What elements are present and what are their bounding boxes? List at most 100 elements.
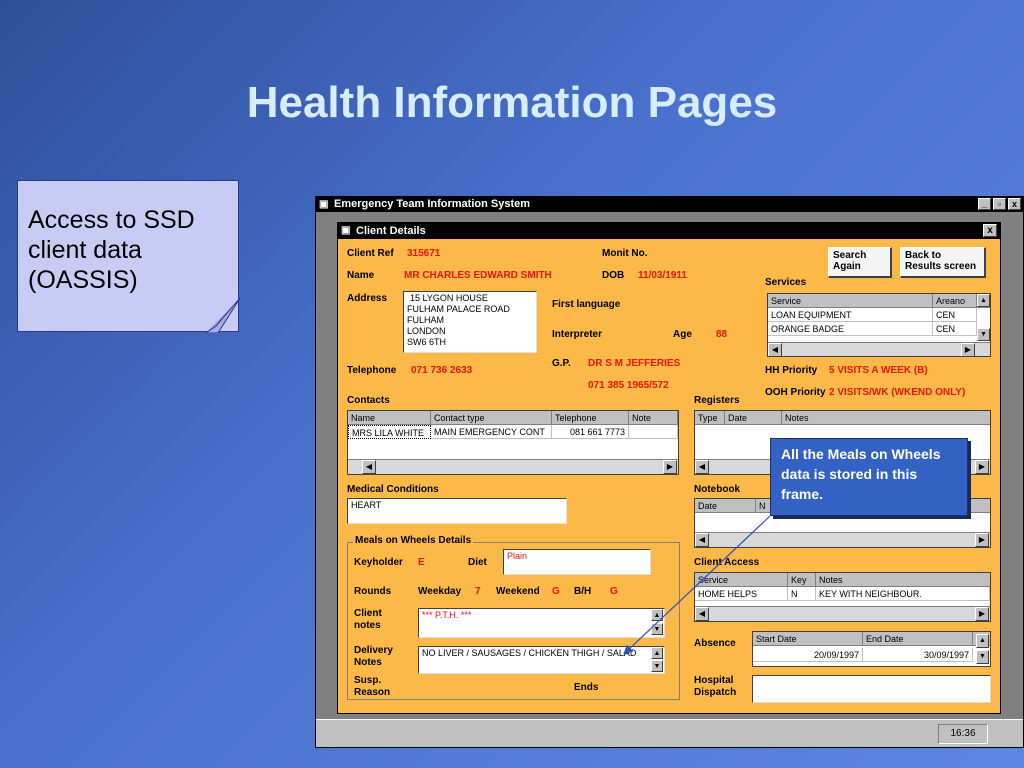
contacts-label: Contacts xyxy=(347,395,390,406)
scroll-right-arrow-icon[interactable]: ▶ xyxy=(975,460,989,474)
address-field[interactable]: 15 LYGON HOUSE FULHAM PALACE ROAD FULHAM… xyxy=(403,291,537,353)
search-again-button[interactable]: Search Again xyxy=(828,247,892,278)
access-col-service: Service xyxy=(695,573,788,587)
keyholder-label: Keyholder xyxy=(354,557,403,568)
medical-conditions-field[interactable]: HEART xyxy=(347,498,567,524)
bh-label: B/H xyxy=(574,586,592,597)
dob-value: 11/03/1911 xyxy=(638,270,687,281)
scroll-left-arrow-icon[interactable]: ◀ xyxy=(695,607,709,621)
registers-col-date: Date xyxy=(725,411,782,425)
app-title: Emergency Team Information System xyxy=(334,198,531,210)
scroll-up-arrow-icon[interactable]: ▲ xyxy=(976,634,989,648)
hh-priority-label: HH Priority xyxy=(765,365,818,376)
hospital-dispatch-label: Hospital Dispatch xyxy=(694,675,737,698)
hospital-dispatch-field[interactable] xyxy=(752,675,991,703)
scroll-down-arrow-icon[interactable]: ▼ xyxy=(976,650,989,664)
scroll-left-arrow-icon[interactable]: ◀ xyxy=(695,460,709,474)
slide-title: Health Information Pages xyxy=(246,78,778,127)
client-access-header: Service Key Notes xyxy=(695,573,990,587)
contacts-cell-telephone[interactable]: 081 661 7773 xyxy=(552,425,629,439)
contacts-col-telephone: Telephone xyxy=(552,411,629,425)
weekend-value: G xyxy=(552,586,560,597)
contacts-col-name: Name xyxy=(348,411,431,425)
registers-label: Registers xyxy=(694,395,740,406)
gp-label: G.P. xyxy=(552,358,571,369)
client-access-label: Client Access xyxy=(694,557,760,568)
services-col-service: Service xyxy=(768,294,933,308)
name-value: MR CHARLES EDWARD SMITH xyxy=(404,270,552,281)
scroll-left-arrow-icon[interactable]: ◀ xyxy=(362,460,376,474)
gp-name-value: DR S M JEFFERIES xyxy=(588,358,681,369)
access-col-key: Key xyxy=(788,573,816,587)
ends-label: Ends xyxy=(574,682,599,693)
notebook-hscroll[interactable]: ◀ ▶ xyxy=(695,532,990,547)
services-header: Service Areano xyxy=(768,294,990,308)
scroll-down-arrow-icon[interactable]: ▼ xyxy=(651,623,663,635)
client-window-icon: ▣ xyxy=(341,225,351,236)
telephone-value: 071 736 2633 xyxy=(411,365,473,376)
absence-cell-end[interactable]: 30/09/1997 xyxy=(863,648,973,662)
minimize-button[interactable]: _ xyxy=(978,198,991,210)
diet-field[interactable]: Plain xyxy=(503,549,651,575)
restore-button[interactable]: ▫ xyxy=(993,198,1006,210)
access-cell-key[interactable]: N xyxy=(788,587,816,601)
services-grid: Service Areano LOAN EQUIPMENT CEN ORANGE… xyxy=(767,293,991,357)
client-access-hscroll[interactable]: ◀ ▶ xyxy=(695,606,990,621)
address-label: Address xyxy=(347,293,388,304)
note-fold-corner xyxy=(206,298,240,333)
app-titlebar: ▣ Emergency Team Information System _ ▫ … xyxy=(316,197,1023,212)
weekday-value: 7 xyxy=(475,586,481,597)
telephone-label: Telephone xyxy=(347,365,397,376)
first-language-label: First language xyxy=(552,299,621,310)
scroll-up-arrow-icon[interactable]: ▲ xyxy=(651,647,663,659)
absence-grid: Start Date End Date 20/09/1997 30/09/199… xyxy=(752,631,991,667)
delivery-notes-label: Delivery Notes xyxy=(354,645,393,668)
absence-col-end: End Date xyxy=(863,632,973,646)
client-details-titlebar: ▣ Client Details x xyxy=(338,223,1000,239)
scroll-up-arrow-icon[interactable]: ▲ xyxy=(651,609,663,621)
services-cell[interactable]: CEN xyxy=(933,322,977,336)
services-row[interactable]: LOAN EQUIPMENT xyxy=(768,308,933,322)
bh-value: G xyxy=(610,586,618,597)
delivery-notes-field[interactable]: NO LIVER / SAUSAGES / CHICKEN THIGH / SA… xyxy=(418,646,665,674)
contacts-cell-note[interactable] xyxy=(629,425,678,439)
services-label: Services xyxy=(765,277,807,288)
close-client-button[interactable]: x xyxy=(983,224,997,237)
registers-header: Type Date Notes xyxy=(695,411,990,425)
registers-col-notes: Notes xyxy=(785,413,809,423)
client-notes-field[interactable]: *** P.T.H. *** ▲ ▼ xyxy=(418,608,665,638)
access-cell-notes[interactable]: KEY WITH NEIGHBOUR. xyxy=(816,587,990,601)
ooh-priority-value: 2 VISITS/WK (WKEND ONLY) xyxy=(829,387,966,398)
scroll-right-arrow-icon[interactable]: ▶ xyxy=(975,533,989,547)
app-icon: ▣ xyxy=(319,199,329,210)
absence-header: Start Date End Date xyxy=(753,632,990,646)
contacts-cell-type[interactable]: MAIN EMERGENCY CONT xyxy=(431,425,552,439)
scroll-right-arrow-icon[interactable]: ▶ xyxy=(663,460,677,474)
services-cell[interactable]: CEN xyxy=(933,308,977,322)
medical-conditions-label: Medical Conditions xyxy=(347,484,439,495)
scroll-right-arrow-icon[interactable]: ▶ xyxy=(961,343,975,356)
contacts-hscroll[interactable]: ◀ ▶ xyxy=(348,459,678,474)
scroll-left-arrow-icon[interactable]: ◀ xyxy=(768,343,782,356)
weekday-label: Weekday xyxy=(418,586,462,597)
scroll-down-arrow-icon[interactable]: ▼ xyxy=(977,328,990,341)
contacts-col-note: Note xyxy=(629,411,678,425)
scroll-down-arrow-icon[interactable]: ▼ xyxy=(651,660,663,672)
contacts-header: Name Contact type Telephone Note xyxy=(348,411,678,425)
contacts-cell-name[interactable]: MRS LILA WHITE xyxy=(348,425,431,439)
scroll-left-arrow-icon[interactable]: ◀ xyxy=(695,533,709,547)
notebook-col-date: Date xyxy=(695,499,756,513)
absence-cell-start[interactable]: 20/09/1997 xyxy=(753,648,863,662)
interpreter-label: Interpreter xyxy=(552,329,603,340)
access-cell-service[interactable]: HOME HELPS xyxy=(695,587,788,601)
absence-label: Absence xyxy=(694,638,736,649)
scroll-right-arrow-icon[interactable]: ▶ xyxy=(975,607,989,621)
close-app-button[interactable]: x xyxy=(1008,198,1021,210)
services-row[interactable]: ORANGE BADGE xyxy=(768,322,933,336)
back-to-results-button[interactable]: Back to Results screen xyxy=(900,247,986,278)
scroll-up-arrow-icon[interactable]: ▲ xyxy=(977,294,990,307)
notebook-label: Notebook xyxy=(694,484,741,495)
name-label: Name xyxy=(347,270,375,281)
services-hscroll[interactable]: ◀ ▶ xyxy=(768,342,990,356)
diet-label: Diet xyxy=(468,557,487,568)
